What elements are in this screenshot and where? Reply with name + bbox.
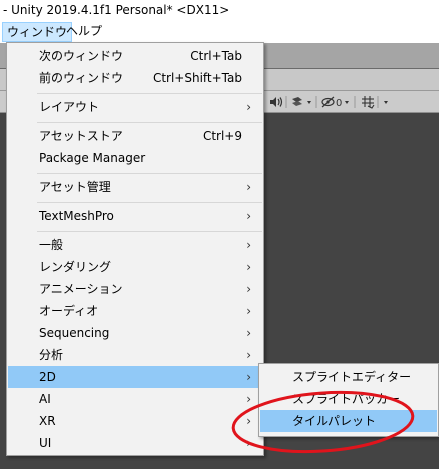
title-bar: - Unity 2019.4.1f1 Personal* <DX11>: [0, 0, 439, 21]
hidden-count: 0: [336, 98, 342, 109]
grid-dropdown-icon[interactable]: [384, 101, 388, 104]
menu-item-label: Sequencing: [39, 326, 110, 340]
submenu-arrow-icon: ›: [246, 209, 251, 223]
menu-item-label: レンダリング: [39, 260, 112, 274]
visibility-dropdown-icon[interactable]: [345, 101, 349, 104]
window-title: - Unity 2019.4.1f1 Personal* <DX11>: [3, 3, 230, 17]
effects-icon[interactable]: [292, 97, 302, 106]
menu-item-label: 前のウィンドウ: [39, 71, 124, 85]
menu-bar: ウィンドウ ヘルプ: [0, 21, 439, 43]
submenu-item-label: スプライトパッカー: [292, 392, 401, 406]
menu-item-layout[interactable]: レイアウト ›: [8, 96, 263, 118]
submenu-arrow-icon: ›: [246, 282, 251, 296]
submenu-arrow-icon: ›: [246, 260, 251, 274]
menu-item-ai[interactable]: AI ›: [8, 388, 263, 410]
menu-item-general[interactable]: 一般 ›: [8, 234, 263, 256]
submenu-item-sprite-packer[interactable]: スプライトパッカー: [260, 388, 437, 410]
submenu-arrow-icon: ›: [246, 370, 251, 384]
menu-item-animation[interactable]: アニメーション ›: [8, 278, 263, 300]
submenu-arrow-icon: ›: [246, 348, 251, 362]
menu-item-label: AI: [39, 392, 51, 406]
eye-slash-icon[interactable]: [321, 96, 335, 108]
menu-help[interactable]: ヘルプ: [62, 22, 106, 42]
submenu-arrow-icon: ›: [246, 238, 251, 252]
grid-icon[interactable]: [362, 96, 375, 109]
menu-item-shortcut: Ctrl+Tab: [190, 49, 242, 63]
menu-item-asset-management[interactable]: アセット管理 ›: [8, 176, 263, 198]
menu-item-label: アセットストア: [39, 129, 123, 143]
submenu-item-label: スプライトエディター: [292, 370, 412, 384]
menu-item-label: レイアウト: [39, 100, 100, 114]
menu-item-label: 分析: [39, 348, 64, 362]
menu-item-next-window[interactable]: 次のウィンドウ Ctrl+Tab: [8, 45, 263, 67]
menu-item-label: TextMeshPro: [39, 209, 114, 223]
submenu-arrow-icon: ›: [246, 436, 251, 450]
menu-item-2d[interactable]: 2D ›: [8, 366, 263, 388]
scene-toolbar-icons: 0: [270, 96, 388, 109]
menu-item-asset-store[interactable]: アセットストア Ctrl+9: [8, 125, 263, 147]
menu-item-label: 一般: [39, 238, 64, 252]
menu-item-label: Package Manager: [39, 151, 146, 165]
menu-item-sequencing[interactable]: Sequencing ›: [8, 322, 263, 344]
window-menu-dropdown: 次のウィンドウ Ctrl+Tab 前のウィンドウ Ctrl+Shift+Tab …: [6, 42, 264, 456]
menu-item-label: 次のウィンドウ: [39, 49, 124, 63]
menu-item-label: アセット管理: [39, 180, 111, 194]
menu-item-label: UI: [39, 436, 52, 450]
menu-item-ui[interactable]: UI ›: [8, 432, 263, 454]
menu-separator: [37, 231, 262, 232]
submenu-arrow-icon: ›: [246, 326, 251, 340]
submenu-arrow-icon: ›: [246, 392, 251, 406]
submenu-item-label: タイルパレット: [292, 414, 377, 428]
menu-item-package-manager[interactable]: Package Manager: [8, 147, 263, 169]
submenu-item-tile-palette[interactable]: タイルパレット: [260, 410, 437, 432]
menu-item-audio[interactable]: オーディオ ›: [8, 300, 263, 322]
menu-item-previous-window[interactable]: 前のウィンドウ Ctrl+Shift+Tab: [8, 67, 263, 89]
menu-item-rendering[interactable]: レンダリング ›: [8, 256, 263, 278]
menu-separator: [37, 122, 262, 123]
submenu-arrow-icon: ›: [246, 180, 251, 194]
menu-item-label: オーディオ: [39, 304, 99, 318]
menu-separator: [37, 202, 262, 203]
submenu-arrow-icon: ›: [246, 304, 251, 318]
effects-dropdown-icon[interactable]: [307, 101, 311, 104]
menu-item-label: 2D: [39, 370, 56, 384]
menu-item-shortcut: Ctrl+9: [202, 129, 242, 143]
menu-item-shortcut: Ctrl+Shift+Tab: [152, 71, 242, 85]
menu-separator: [37, 173, 262, 174]
menu-item-textmeshpro[interactable]: TextMeshPro ›: [8, 205, 263, 227]
menu-item-label: アニメーション: [39, 282, 123, 296]
submenu-arrow-icon: ›: [246, 414, 251, 428]
submenu-item-sprite-editor[interactable]: スプライトエディター: [260, 366, 437, 388]
menu-item-label: XR: [39, 414, 56, 428]
menu-item-analysis[interactable]: 分析 ›: [8, 344, 263, 366]
menu-item-xr[interactable]: XR ›: [8, 410, 263, 432]
submenu-arrow-icon: ›: [246, 100, 251, 114]
speaker-icon[interactable]: [270, 97, 283, 107]
submenu-2d: スプライトエディター スプライトパッカー タイルパレット: [258, 363, 439, 437]
menu-separator: [37, 93, 262, 94]
